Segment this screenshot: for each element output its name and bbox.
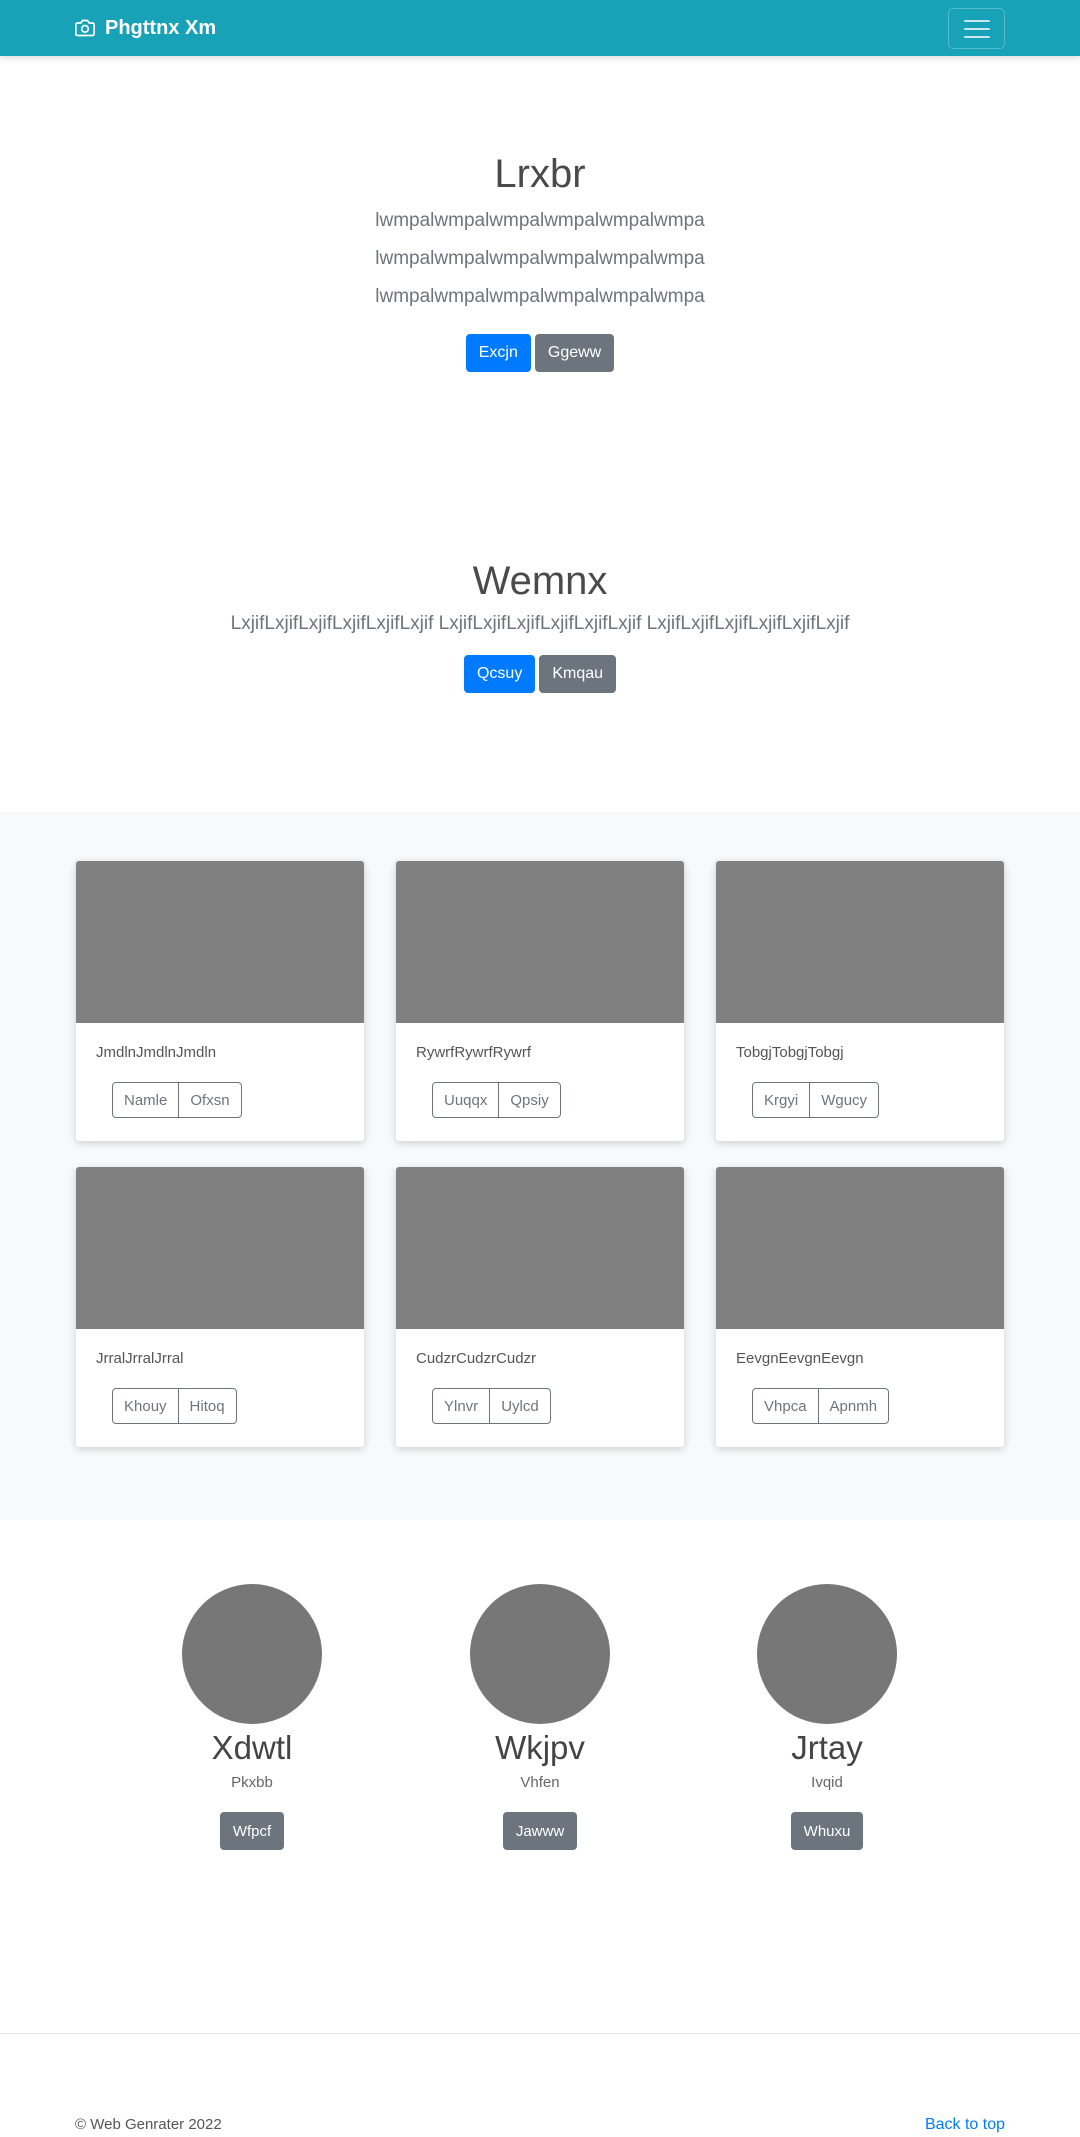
card-text: JmdlnJmdlnJmdln: [96, 1044, 217, 1061]
card-image: [76, 1167, 364, 1329]
album-section: JmdlnJmdlnJmdln Namle Ofxsn RywrfRywrfRy…: [0, 812, 1080, 1520]
copyright-text: © Web Genrater 2022: [75, 2116, 222, 2133]
card-image: [396, 861, 684, 1023]
hero-text: LxjifLxjifLxjifLxjifLxjifLxjif LxjifLxji…: [230, 613, 850, 634]
member-role: Vhfen: [520, 1774, 560, 1791]
team-member: Wkjpv Vhfen Jawww: [430, 1584, 650, 1850]
team-member: Xdwtl Pkxbb Wfpcf: [142, 1584, 362, 1850]
card-button-group: Vhpca Apnmh: [752, 1388, 890, 1424]
card-text: CudzrCudzrCudzr: [416, 1350, 537, 1367]
card-image: [76, 861, 364, 1023]
card-image: [716, 1167, 1004, 1329]
hero-secondary-button[interactable]: Ggeww: [534, 334, 615, 372]
hero-primary-button[interactable]: Excjn: [465, 334, 531, 372]
card: CudzrCudzrCudzr Ylnvr Uylcd: [396, 1167, 684, 1447]
member-role: Pkxbb: [231, 1774, 273, 1791]
card-text: RywrfRywrfRywrf: [416, 1044, 531, 1061]
card-image: [716, 861, 1004, 1023]
card-button[interactable]: Apnmh: [817, 1388, 890, 1424]
card-text: JrralJrralJrral: [96, 1350, 184, 1367]
hero-text-line: lwmpalwmpalwmpalwmpalwmpalwmpa: [375, 248, 705, 269]
card-button[interactable]: Krgyi: [752, 1082, 811, 1118]
hero-title: Wemnx: [472, 559, 608, 603]
card: TobgjTobgjTobgj Krgyi Wgucy: [716, 861, 1004, 1141]
member-name: Xdwtl: [211, 1729, 293, 1766]
card-button[interactable]: Ofxsn: [178, 1082, 242, 1118]
card-button[interactable]: Hitoq: [177, 1388, 237, 1424]
camera-icon: [75, 19, 95, 37]
hero-text-line: lwmpalwmpalwmpalwmpalwmpalwmpa: [375, 286, 705, 307]
card-button[interactable]: Qpsiy: [498, 1082, 561, 1118]
card-image: [396, 1167, 684, 1329]
brand-link[interactable]: Phgttnx Xm: [75, 0, 216, 56]
card-button[interactable]: Wgucy: [809, 1082, 880, 1118]
card: EevgnEevgnEevgn Vhpca Apnmh: [716, 1167, 1004, 1447]
card-button[interactable]: Ylnvr: [432, 1388, 491, 1424]
hero-secondary-button[interactable]: Kmqau: [539, 655, 617, 693]
card-button-group: Khouy Hitoq: [112, 1388, 237, 1424]
member-button[interactable]: Jawww: [502, 1812, 578, 1850]
hamburger-menu-icon[interactable]: [948, 8, 1005, 49]
hero-title: Lrxbr: [494, 152, 586, 196]
avatar: [470, 1584, 610, 1724]
card: JmdlnJmdlnJmdln Namle Ofxsn: [76, 861, 364, 1141]
card-button[interactable]: Uylcd: [489, 1388, 551, 1424]
navbar: Phgttnx Xm: [0, 0, 1080, 56]
card-button-group: Uuqqx Qpsiy: [432, 1082, 561, 1118]
card-button[interactable]: Uuqqx: [432, 1082, 500, 1118]
card-button[interactable]: Khouy: [112, 1388, 179, 1424]
member-name: Wkjpv: [495, 1729, 585, 1766]
member-role: Ivqid: [811, 1774, 843, 1791]
card-text: EevgnEevgnEevgn: [736, 1350, 864, 1367]
card: JrralJrralJrral Khouy Hitoq: [76, 1167, 364, 1447]
card-button-group: Ylnvr Uylcd: [432, 1388, 551, 1424]
hero-section-1: Lrxbr lwmpalwmpalwmpalwmpalwmpalwmpa lwm…: [0, 150, 1080, 372]
card-button-group: Krgyi Wgucy: [752, 1082, 880, 1118]
avatar: [182, 1584, 322, 1724]
hero-section-2: Wemnx LxjifLxjifLxjifLxjifLxjifLxjif Lxj…: [0, 557, 1080, 693]
card-button[interactable]: Namle: [112, 1082, 180, 1118]
avatar: [757, 1584, 897, 1724]
back-to-top-link[interactable]: Back to top: [925, 2116, 1005, 2134]
hero-text-line: lwmpalwmpalwmpalwmpalwmpalwmpa: [375, 210, 705, 231]
card-button-group: Namle Ofxsn: [112, 1082, 242, 1118]
team-member: Jrtay Ivqid Whuxu: [717, 1584, 937, 1850]
brand-name: Phgttnx Xm: [105, 16, 217, 39]
card-button[interactable]: Vhpca: [752, 1388, 819, 1424]
footer-divider: [0, 2033, 1080, 2034]
member-button[interactable]: Wfpcf: [219, 1812, 285, 1850]
member-button[interactable]: Whuxu: [790, 1812, 864, 1850]
hero-primary-button[interactable]: Qcsuy: [463, 655, 536, 693]
card-text: TobgjTobgjTobgj: [736, 1044, 844, 1061]
card: RywrfRywrfRywrf Uuqqx Qpsiy: [396, 861, 684, 1141]
member-name: Jrtay: [791, 1729, 863, 1766]
